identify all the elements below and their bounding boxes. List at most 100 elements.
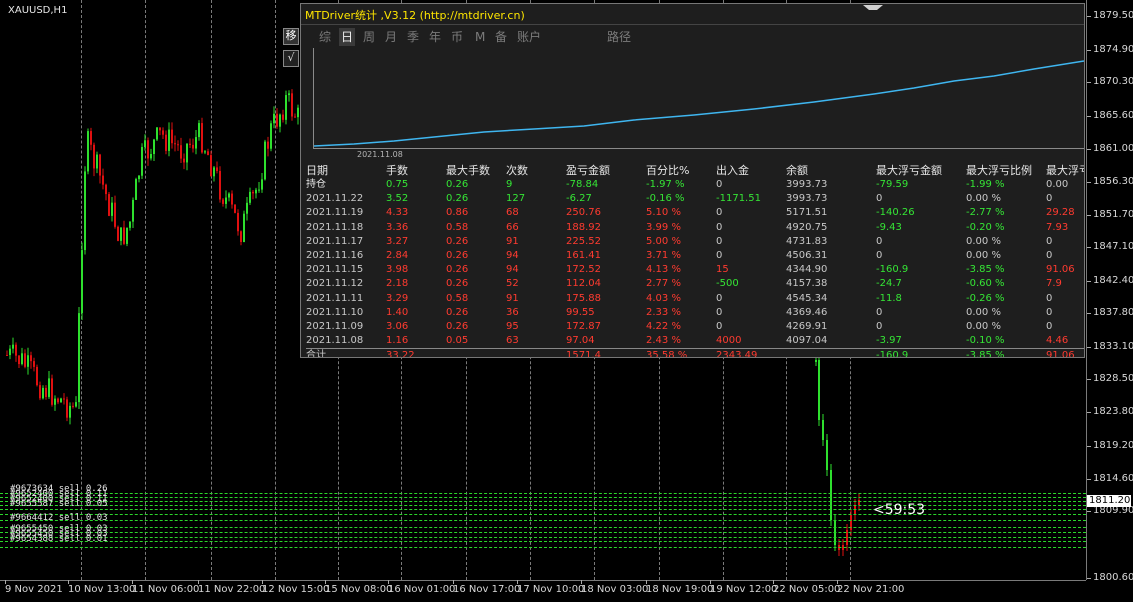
table-cell: 0.00 xyxy=(1046,179,1069,190)
candle-body xyxy=(288,93,290,96)
tab-3[interactable]: 月 xyxy=(383,28,399,46)
price-tick: 1823.80 xyxy=(1086,406,1133,417)
table-cell: 0.58 xyxy=(446,221,469,233)
candle-body xyxy=(252,191,254,194)
candle-body xyxy=(186,143,188,163)
table-cell: 250.76 xyxy=(566,207,601,219)
tab-5[interactable]: 年 xyxy=(427,28,443,46)
candle-body xyxy=(225,197,227,204)
candle-body xyxy=(830,470,832,520)
table-cell: 5.10 % xyxy=(646,207,681,219)
mtdriver-stats-panel[interactable]: MTDriver统计 ,V3.12 (http://mtdriver.cn) 综… xyxy=(300,3,1085,358)
candle-body xyxy=(174,143,176,145)
candle-body xyxy=(54,398,56,405)
table-cell: 66 xyxy=(506,221,519,233)
table-cell: -0.16 % xyxy=(646,193,685,205)
time-tick: 11 Nov 06:00 xyxy=(132,580,200,595)
table-cell: 0 xyxy=(716,250,723,261)
order-level-line xyxy=(0,537,1086,538)
table-row: 2021.11.11 3.29 0.58 91 175.88 4.03 % 0 4545.34… xyxy=(306,292,1084,306)
table-cell: 0 xyxy=(716,292,723,304)
table-cell: -500 xyxy=(716,278,739,290)
candle-body xyxy=(240,231,242,243)
table-cell: 3.36 xyxy=(386,221,409,233)
table-row: 2021.11.09 3.06 0.26 95 172.87 4.22 % 0 4269.91… xyxy=(306,320,1084,334)
table-cell: 95 xyxy=(506,321,519,332)
table-cell: 持仓 xyxy=(306,179,326,190)
time-tick: 12 Nov 15:00 xyxy=(262,580,330,595)
candle-body xyxy=(159,127,161,131)
table-cell: -1.99 % xyxy=(966,179,1005,190)
table-cell: 36 xyxy=(506,306,519,318)
table-cell: 3.06 xyxy=(386,321,409,332)
table-cell: 2.33 % xyxy=(646,306,681,318)
table-cell: 最大浮亏比例 xyxy=(966,164,1032,177)
table-cell: 0.26 xyxy=(446,264,469,276)
tab-7[interactable]: M xyxy=(473,28,487,46)
table-cell: 3.98 xyxy=(386,264,409,276)
time-tick: 16 Nov 17:00 xyxy=(453,580,521,595)
table-cell: 4269.91 xyxy=(786,321,828,332)
table-cell: 2021.11.19 xyxy=(306,207,364,219)
candle-body xyxy=(249,191,251,203)
table-cell: 0 xyxy=(1046,306,1053,318)
price-tick: 1874.90 xyxy=(1086,44,1133,55)
table-cell: 次数 xyxy=(506,164,528,177)
table-cell: 52 xyxy=(506,278,519,290)
table-row: 2021.11.17 3.27 0.26 91 225.52 5.00 % 0 4731.83… xyxy=(306,235,1084,249)
table-cell: -0.20 % xyxy=(966,221,1005,233)
table-cell: 5.00 % xyxy=(646,235,681,247)
check-button[interactable]: √ xyxy=(283,50,299,67)
candle-body xyxy=(818,360,820,420)
candle-body xyxy=(132,199,134,222)
equity-curve xyxy=(313,48,1084,149)
table-cell: -79.59 xyxy=(876,179,909,190)
candle-body xyxy=(141,147,143,176)
table-cell: 3.52 xyxy=(386,193,409,205)
table-cell: 33.22 xyxy=(386,350,415,358)
tab-0[interactable]: 综 xyxy=(317,28,333,46)
table-cell: 2.43 % xyxy=(646,335,681,347)
table-cell: 百分比% xyxy=(646,164,690,177)
tab-8[interactable]: 备 xyxy=(493,28,509,46)
table-cell: 2021.11.11 xyxy=(306,292,364,304)
order-level-line xyxy=(0,493,1086,494)
candle-body xyxy=(285,95,287,120)
move-button[interactable]: 移 xyxy=(283,28,299,45)
table-cell: 盈亏金额 xyxy=(566,164,610,177)
table-row: 合计 33.22 1571.4 35.58 % 2343.49 -160.9 -3.85 %… xyxy=(306,349,1084,358)
table-cell: 9 xyxy=(506,179,513,190)
collapse-arrow-icon[interactable] xyxy=(863,5,883,10)
tab-10[interactable]: 路径 xyxy=(605,28,633,46)
table-cell: 4369.46 xyxy=(786,306,828,318)
table-cell: 4545.34 xyxy=(786,292,828,304)
price-chart[interactable]: XAUUSD,H1 #9673634 sell 0.26 #9652400 sel… xyxy=(0,0,1086,580)
tab-1[interactable]: 日 xyxy=(339,28,356,46)
table-cell: 0.26 xyxy=(446,278,469,290)
candle-body xyxy=(156,127,158,140)
table-cell: 4731.83 xyxy=(786,235,828,247)
time-axis[interactable]: 9 Nov 2021 10 Nov 13:00 11 Nov 06:00 11 Nov… xyxy=(0,580,1086,602)
table-cell: 0 xyxy=(1046,235,1053,247)
candle-body xyxy=(75,402,77,407)
candle-body xyxy=(51,378,53,405)
candle-body xyxy=(264,141,266,180)
price-axis[interactable]: 1879.50 1874.90 1870.30 1865.60 1861.00 1856.… xyxy=(1086,0,1133,583)
tab-2[interactable]: 周 xyxy=(361,28,377,46)
table-cell: 0 xyxy=(716,321,723,332)
candle-body xyxy=(273,113,275,124)
candle-body xyxy=(48,378,50,397)
table-cell: 172.87 xyxy=(566,321,601,332)
price-tick: 1865.60 xyxy=(1086,110,1133,121)
tab-9[interactable]: 账户 xyxy=(515,28,543,46)
candle-body xyxy=(195,137,197,149)
table-cell: 1.40 xyxy=(386,306,409,318)
candle-body xyxy=(231,193,233,205)
price-tick: 1870.30 xyxy=(1086,76,1133,87)
table-cell: 0 xyxy=(1046,250,1053,261)
candle-body xyxy=(108,194,110,216)
table-cell: 0 xyxy=(876,235,883,247)
tab-4[interactable]: 季 xyxy=(405,28,421,46)
table-cell: 3.27 xyxy=(386,235,409,247)
tab-6[interactable]: 币 xyxy=(449,28,465,46)
